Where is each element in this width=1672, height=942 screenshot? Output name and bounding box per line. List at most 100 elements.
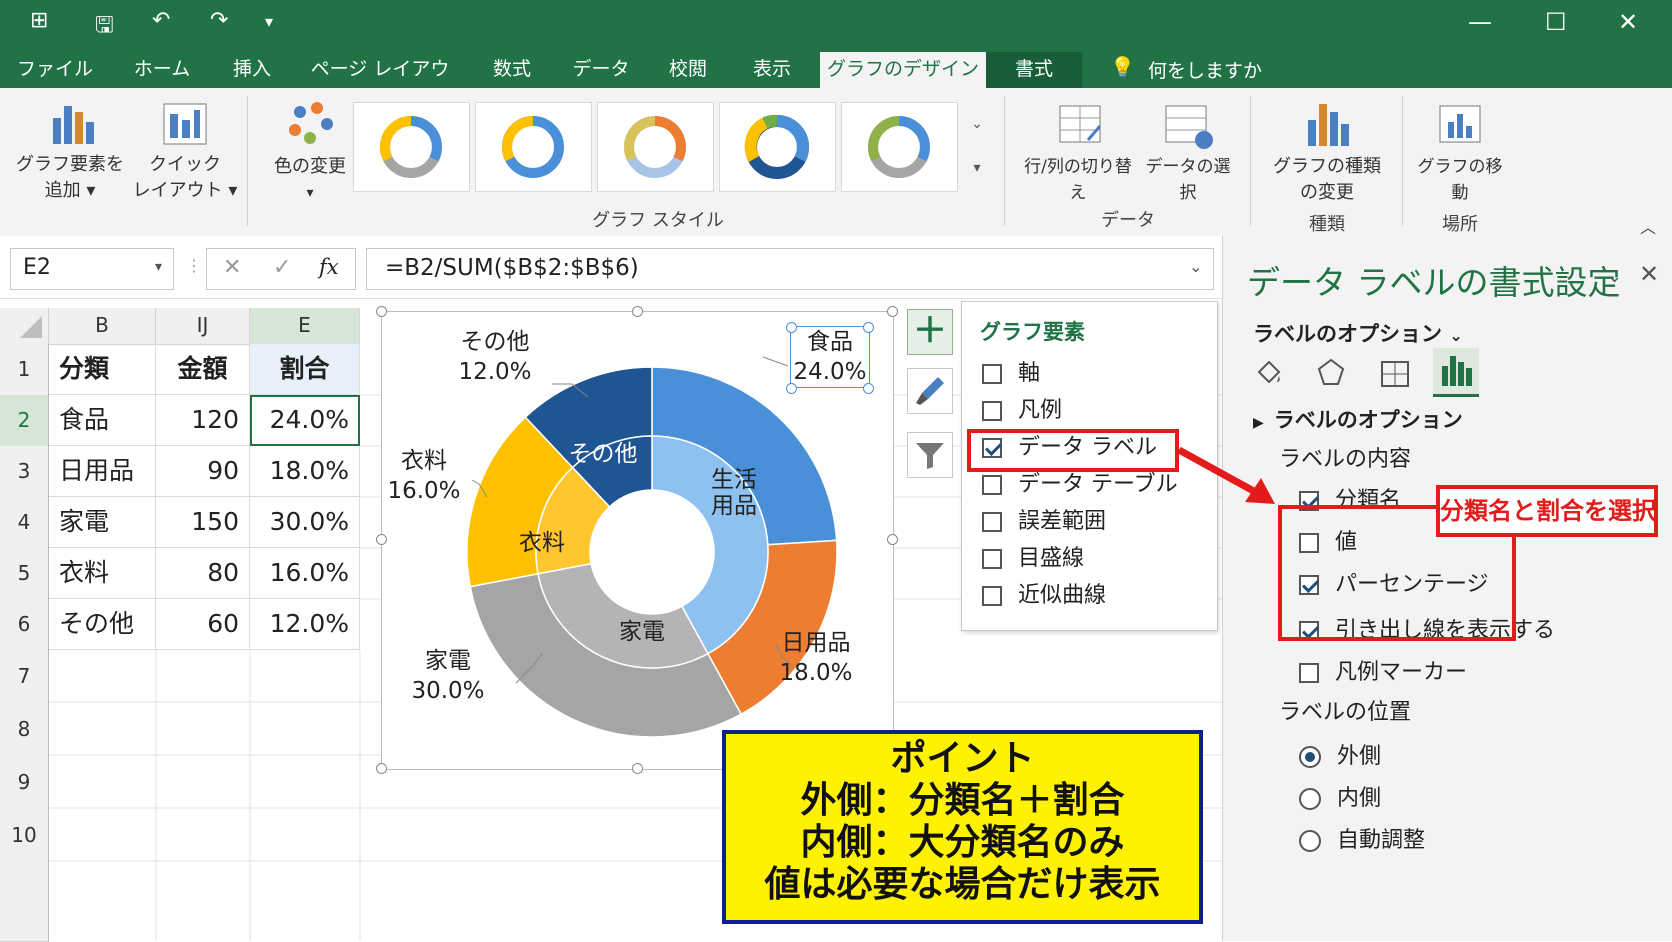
cell-b4[interactable]: 家電 [49, 497, 156, 548]
quick-layout-button[interactable]: クイック レイアウト ▾ [130, 100, 240, 204]
pane-close-icon[interactable]: ✕ [1639, 260, 1659, 288]
tab-format[interactable]: 書式 [986, 52, 1082, 88]
data-label-nichiyohin[interactable]: 日用品 18.0% [766, 628, 866, 688]
best-fit-radio[interactable] [1299, 830, 1321, 852]
cell-e5[interactable]: 16.0% [250, 548, 360, 599]
gridlines-checkbox[interactable] [982, 549, 1002, 569]
tab-page-layout[interactable]: ページ レイアウト [306, 52, 454, 114]
data-label-iryo[interactable]: 衣料 16.0% [374, 446, 474, 506]
insert-function-icon[interactable]: fx [319, 255, 339, 279]
inner-label-seikatsu-yohin[interactable]: 生活 用品 [704, 467, 764, 519]
axis-checkbox[interactable] [982, 364, 1002, 384]
cell-e6[interactable]: 12.0% [250, 599, 360, 650]
cell-e3[interactable]: 18.0% [250, 446, 360, 497]
option-legend-key[interactable]: 凡例マーカー [1299, 654, 1467, 686]
change-chart-type-button[interactable]: グラフの種類 の変更 [1262, 100, 1392, 206]
element-trendline[interactable]: 近似曲線 [982, 580, 1106, 612]
element-gridlines[interactable]: 目盛線 [982, 543, 1084, 575]
label-options-section[interactable]: ▶ ラベルのオプション [1253, 404, 1463, 434]
close-window-icon[interactable]: ✕ [1618, 8, 1638, 36]
label-options-dropdown[interactable]: ラベルのオプション ⌄ [1253, 318, 1463, 348]
cell-e1[interactable]: 割合 [250, 344, 360, 395]
cell-c1[interactable]: 金額 [156, 344, 250, 395]
position-best-fit[interactable]: 自動調整 [1299, 822, 1425, 854]
doughnut-chart[interactable]: その他 12.0% 衣料 16.0% 家電 30.0% 日用品 18.0% 食品… [376, 306, 898, 774]
tab-file[interactable]: ファイル [12, 52, 98, 88]
chart-styles-button[interactable] [907, 368, 953, 414]
row-header-7[interactable]: 7 [0, 650, 49, 704]
cell-b5[interactable]: 衣料 [49, 548, 156, 599]
tab-review[interactable]: 校閲 [660, 52, 716, 88]
switch-row-column-button[interactable]: 行/列の切り替え [1018, 100, 1138, 206]
chart-elements-button[interactable]: ＋ [907, 309, 953, 355]
row-header-2[interactable]: 2 [0, 395, 49, 447]
data-table-checkbox[interactable] [982, 475, 1002, 495]
chart-style-2[interactable] [475, 102, 592, 192]
undo-icon[interactable]: ↶ [152, 8, 170, 33]
add-chart-element-button[interactable]: グラフ要素を 追加 ▾ [15, 100, 125, 204]
legend-checkbox[interactable] [982, 401, 1002, 421]
position-inside[interactable]: 内側 [1299, 780, 1381, 812]
position-outside[interactable]: 外側 [1299, 738, 1381, 770]
element-error-bars[interactable]: 誤差範囲 [982, 506, 1106, 538]
tell-me-box[interactable]: 何をしますか [1148, 56, 1262, 83]
chart-style-5[interactable] [841, 102, 958, 192]
cell-c2[interactable]: 120 [156, 395, 250, 446]
chart-resize-handle[interactable] [887, 534, 898, 545]
inside-radio[interactable] [1299, 788, 1321, 810]
column-header-e[interactable]: E [250, 308, 360, 346]
name-box[interactable]: E2 ▾ [10, 248, 174, 290]
row-header-5[interactable]: 5 [0, 548, 49, 600]
trendline-checkbox[interactable] [982, 586, 1002, 606]
chart-resize-handle[interactable] [632, 306, 643, 317]
chart-resize-handle[interactable] [376, 534, 387, 545]
outside-radio[interactable] [1299, 746, 1321, 768]
effects-icon[interactable] [1316, 356, 1346, 390]
row-header-9[interactable]: 9 [0, 756, 49, 810]
enter-icon[interactable]: ✓ [273, 255, 291, 280]
save-icon[interactable]: 🖫 [95, 8, 114, 46]
cell-e4[interactable]: 30.0% [250, 497, 360, 548]
minimize-icon[interactable]: — [1468, 8, 1492, 36]
row-header-6[interactable]: 6 [0, 599, 49, 651]
chart-resize-handle[interactable] [887, 306, 898, 317]
cell-b1[interactable]: 分類 [49, 344, 156, 395]
pane-options-dropdown-icon[interactable]: ⌄ [1607, 266, 1622, 287]
cell-c4[interactable]: 150 [156, 497, 250, 548]
tab-home[interactable]: ホーム [124, 52, 200, 88]
cell-b2[interactable]: 食品 [49, 395, 156, 446]
row-header-1[interactable]: 1 [0, 344, 49, 396]
chart-filters-button[interactable] [907, 432, 953, 478]
tab-insert[interactable]: 挿入 [224, 52, 280, 88]
tab-data[interactable]: データ [568, 52, 634, 88]
chart-resize-handle[interactable] [376, 306, 387, 317]
label-handle[interactable] [786, 383, 797, 394]
tab-view[interactable]: 表示 [744, 52, 800, 88]
row-header-8[interactable]: 8 [0, 703, 49, 757]
label-handle[interactable] [863, 322, 874, 333]
styles-gallery-scroll[interactable]: ⌄ ▾ [964, 102, 990, 190]
error-bars-checkbox[interactable] [982, 512, 1002, 532]
tab-chart-design[interactable]: グラフのデザイン [820, 52, 986, 88]
expand-formula-icon[interactable]: ⌄ [1189, 257, 1202, 276]
element-data-table[interactable]: データ テーブル [982, 469, 1178, 501]
label-handle[interactable] [863, 383, 874, 394]
chart-style-4[interactable] [719, 102, 836, 192]
row-header-10[interactable]: 10 [0, 809, 49, 863]
row-header-4[interactable]: 4 [0, 497, 49, 549]
maximize-icon[interactable]: ☐ [1545, 8, 1567, 36]
cancel-icon[interactable]: ✕ [223, 255, 241, 280]
fill-line-icon[interactable] [1253, 356, 1283, 390]
chart-resize-handle[interactable] [376, 763, 387, 774]
chart-style-1[interactable] [353, 102, 470, 192]
legend-key-checkbox[interactable] [1299, 663, 1319, 683]
select-data-button[interactable]: データの選択 [1138, 100, 1238, 206]
inner-label-kaden[interactable]: 家電 [607, 617, 677, 647]
inner-label-sonota[interactable]: その他 [563, 439, 643, 469]
element-axis[interactable]: 軸 [982, 358, 1040, 390]
select-all-corner[interactable] [0, 308, 49, 345]
change-colors-button[interactable]: 色の変更 ▾ [255, 100, 365, 206]
redo-icon[interactable]: ↷ [210, 8, 228, 33]
cell-b6[interactable]: その他 [49, 599, 156, 650]
cell-c6[interactable]: 60 [156, 599, 250, 650]
